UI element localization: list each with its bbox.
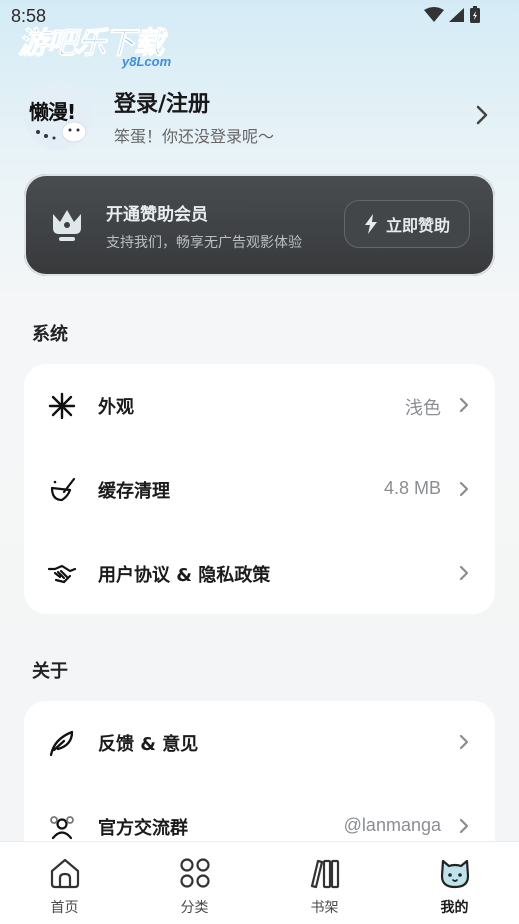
avatar-cat-icon: [36, 121, 87, 143]
tab-home[interactable]: 首页: [0, 842, 129, 924]
tab-label: 书架: [310, 900, 339, 916]
row-label: 缓存清理: [98, 481, 170, 502]
login-title: 登录/注册: [114, 92, 211, 117]
tab-mine[interactable]: 我的: [390, 842, 519, 924]
signal-icon: [449, 8, 464, 22]
tab-label: 我的: [440, 900, 469, 916]
row-label: 官方交流群: [98, 818, 188, 839]
profile-login-row[interactable]: 懒漫! 登录/注册 笨蛋！你还没登录呢～: [24, 78, 496, 154]
sparkle-icon: [48, 392, 76, 420]
sponsor-button[interactable]: 立即赞助: [344, 200, 470, 248]
watermark-sub: y8Lcom: [122, 54, 172, 69]
bottom-tab-bar: 首页 分类 书架 我的: [0, 841, 519, 924]
tab-category[interactable]: 分类: [130, 842, 259, 924]
home-icon: [50, 858, 80, 889]
row-label: 外观: [98, 397, 134, 418]
feather-icon: [49, 730, 74, 757]
chevron-right-icon: [459, 481, 469, 497]
settings-item-agreement[interactable]: 用户协议 & 隐私政策: [24, 532, 495, 616]
chevron-right-icon: [459, 734, 469, 750]
chevron-right-icon: [476, 105, 488, 125]
section-title-about: 关于: [32, 661, 68, 682]
chevron-right-icon: [459, 397, 469, 413]
wifi-icon: [424, 7, 444, 22]
settings-item-appearance[interactable]: 外观 浅色: [24, 364, 495, 448]
bookshelf-icon: [310, 859, 340, 889]
row-value: @lanmanga: [343, 815, 441, 835]
grid-icon: [180, 858, 210, 888]
avatar: 懒漫!: [24, 82, 92, 150]
vip-card: 开通赞助会员 支持我们，畅享无广告观影体验 立即赞助: [24, 174, 495, 276]
system-card: 外观 浅色 缓存清理 4.8 MB 用户协议 & 隐私政策: [24, 364, 495, 614]
row-label: 用户协议 & 隐私政策: [98, 565, 271, 586]
settings-item-feedback[interactable]: 反馈 & 意见: [24, 701, 495, 785]
vip-subtitle: 支持我们，畅享无广告观影体验: [106, 235, 302, 251]
login-subtitle: 笨蛋！你还没登录呢～: [114, 127, 275, 146]
settings-item-cache[interactable]: 缓存清理 4.8 MB: [24, 448, 495, 532]
row-label: 反馈 & 意见: [98, 734, 199, 755]
tab-label: 分类: [180, 900, 209, 916]
group-icon: [50, 816, 74, 840]
sponsor-button-label: 立即赞助: [385, 216, 450, 235]
battery-icon: [470, 6, 480, 23]
chevron-right-icon: [459, 818, 469, 834]
row-value: 浅色: [405, 398, 441, 418]
watermark-logo: 游吧乐下载 y8Lcom: [18, 18, 188, 70]
status-icons: [424, 6, 481, 24]
crown-icon: [53, 210, 81, 241]
broom-icon: [50, 477, 76, 502]
vip-title: 开通赞助会员: [106, 205, 208, 225]
tab-bookshelf[interactable]: 书架: [260, 842, 389, 924]
lightning-icon: [364, 214, 377, 234]
section-title-system: 系统: [32, 324, 68, 345]
tab-label: 首页: [50, 900, 79, 916]
cat-icon: [440, 859, 470, 889]
row-value: 4.8 MB: [383, 478, 441, 498]
handshake-icon: [48, 564, 76, 584]
chevron-right-icon: [459, 565, 469, 581]
